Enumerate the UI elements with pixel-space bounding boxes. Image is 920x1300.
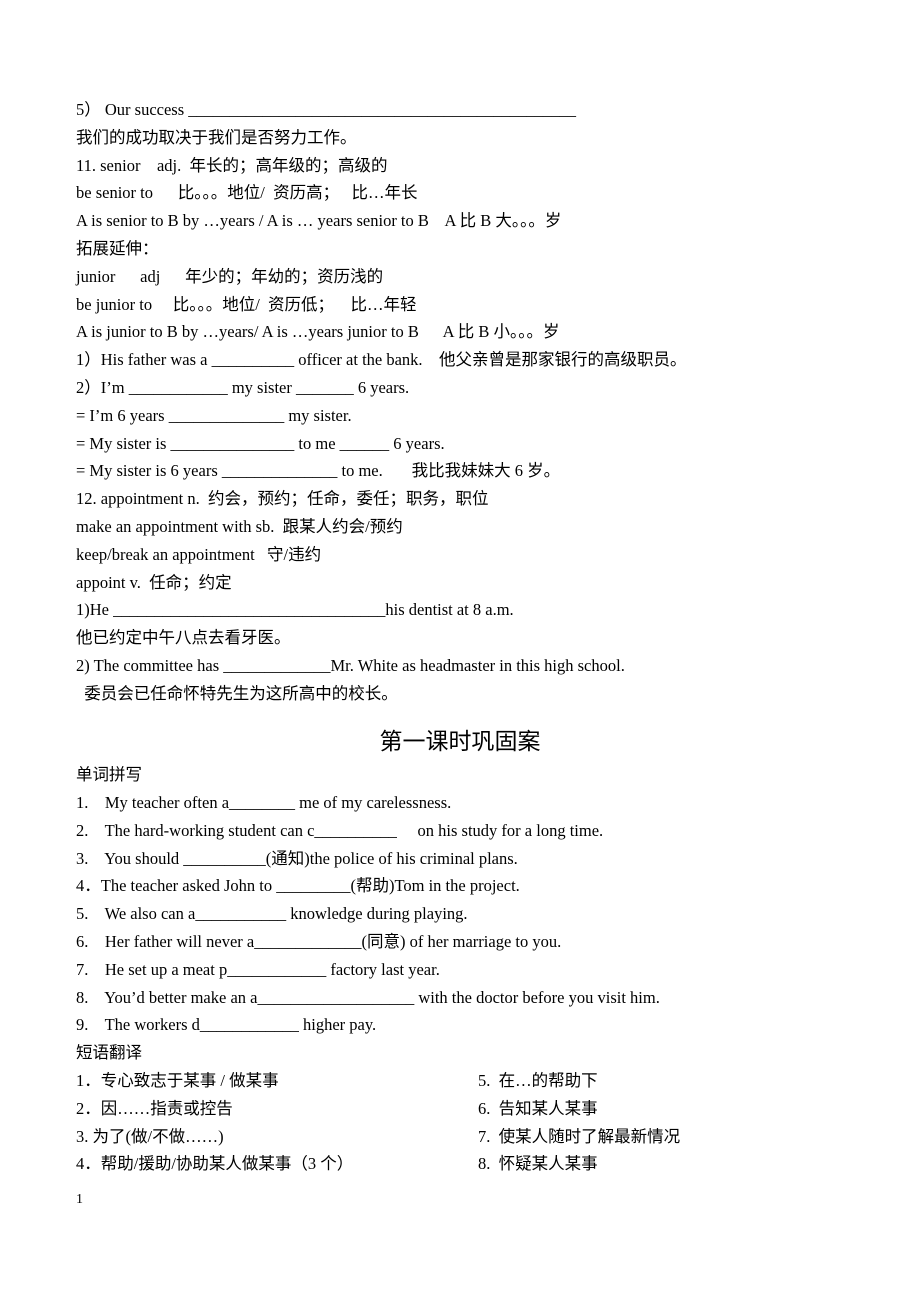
note-line: 5） Our success _________________________…: [76, 100, 577, 119]
note-line: 12. appointment n. 约会，预约；任命，委任；职务，职位: [76, 489, 489, 509]
phrase-item: 6. 告知某人某事: [478, 1098, 598, 1118]
note-line: 拓展延伸：: [76, 239, 159, 258]
note-line: make an appointment with sb. 跟某人约会/预约: [76, 517, 403, 536]
spelling-item: 3. You should __________(通知)the police o…: [76, 848, 518, 868]
note-line: A is junior to B by …years/ A is …years …: [76, 322, 560, 342]
phrase-item: 2．因……指责或控告: [76, 1098, 233, 1118]
phrase-item: 3. 为了(做/不做……): [76, 1126, 224, 1146]
note-line: 2) The committee has _____________Mr. Wh…: [76, 656, 625, 675]
phrases-heading: 短语翻译: [76, 1043, 142, 1062]
note-line: A is senior to B by …years / A is … year…: [76, 211, 562, 231]
note-line: be senior to 比。。。地位/ 资历高； 比…年长: [76, 183, 418, 203]
note-line: 1）His father was a __________ officer at…: [76, 350, 687, 370]
note-line: = My sister is 6 years ______________ to…: [76, 461, 561, 481]
note-line: junior adj 年少的；年幼的；资历浅的: [76, 266, 384, 286]
note-line: 他已约定中午八点去看牙医。: [76, 628, 291, 648]
note-line: 11. senior adj. 年长的；高年级的；高级的: [76, 155, 388, 175]
note-line: be junior to 比。。。地位/ 资历低； 比…年轻: [76, 294, 417, 314]
phrase-item: 7. 使某人随时了解最新情况: [478, 1126, 681, 1146]
spelling-item: 4．The teacher asked John to _________(帮助…: [76, 876, 520, 896]
note-line: keep/break an appointment 守/违约: [76, 544, 322, 564]
page-number: 1: [76, 1192, 83, 1207]
spelling-item: 7. He set up a meat p____________ factor…: [76, 959, 440, 979]
spelling-item: 5. We also can a___________ knowledge du…: [76, 904, 468, 924]
spelling-item: 9. The workers d____________ higher pay.: [76, 1015, 377, 1035]
spelling-item: 1. My teacher often a________ me of my c…: [76, 793, 452, 812]
note-line: = I’m 6 years ______________ my sister.: [76, 405, 352, 425]
note-line: = My sister is _______________ to me ___…: [76, 433, 445, 453]
spelling-item: 2. The hard-working student can c_______…: [76, 820, 604, 840]
phrase-item: 4．帮助/援助/协助某人做某事（3 个）: [76, 1154, 354, 1174]
note-line: 委员会已任命怀特先生为这所高中的校长。: [76, 683, 398, 703]
note-line: 我们的成功取决于我们是否努力工作。: [76, 127, 357, 147]
phrase-item: 1．专心致志于某事 / 做某事: [76, 1071, 279, 1090]
note-line: 2）I’m ____________ my sister _______ 6 y…: [76, 378, 410, 397]
phrase-item: 8. 怀疑某人某事: [478, 1154, 598, 1174]
section-title: 第一课时巩固案: [379, 729, 541, 754]
note-line: appoint v. 任命；约定: [76, 572, 232, 592]
spelling-item: 8. You’d better make an a_______________…: [76, 987, 660, 1007]
spelling-item: 6. Her father will never a_____________(…: [76, 932, 562, 951]
spelling-heading: 单词拼写: [76, 765, 142, 784]
phrase-item: 5. 在…的帮助下: [478, 1071, 598, 1090]
note-line: 1)He _________________________________hi…: [76, 600, 514, 620]
